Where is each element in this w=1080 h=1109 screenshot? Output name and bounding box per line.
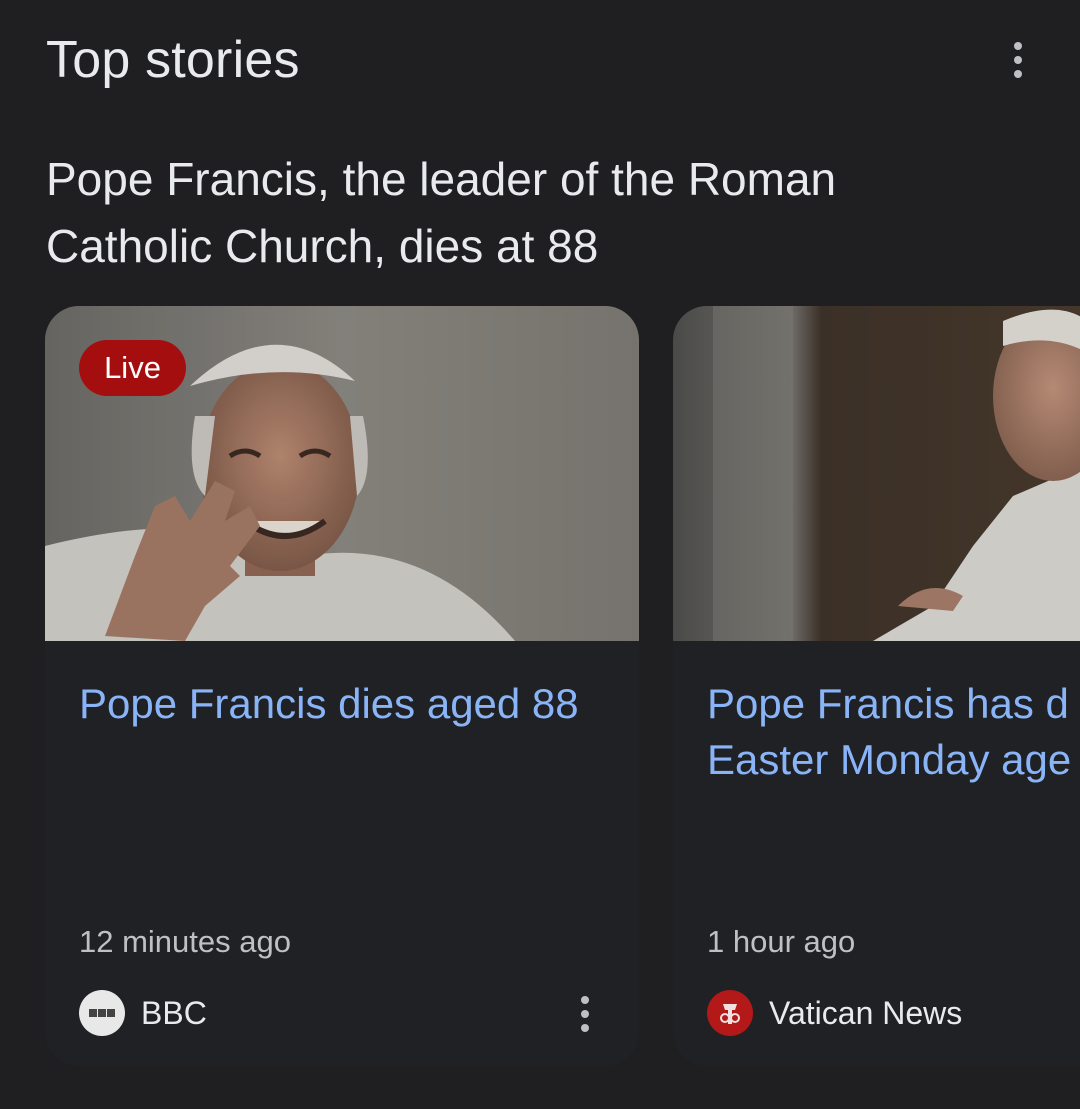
bbc-block bbox=[98, 1009, 106, 1017]
source-name: Vatican News bbox=[769, 994, 963, 1031]
more-options-icon[interactable] bbox=[1006, 40, 1030, 80]
bbc-block bbox=[89, 1009, 97, 1017]
bbc-logo-icon bbox=[79, 990, 125, 1036]
dot bbox=[581, 1010, 589, 1018]
dot bbox=[1014, 56, 1022, 64]
section-title: Top stories bbox=[46, 31, 300, 89]
card-timestamp: 1 hour ago bbox=[707, 924, 856, 959]
vatican-emblem-icon bbox=[708, 991, 752, 1035]
dot bbox=[581, 996, 589, 1004]
bbc-block bbox=[107, 1009, 115, 1017]
source-row: BBC bbox=[79, 990, 207, 1036]
more-options-icon[interactable] bbox=[573, 994, 597, 1034]
story-headline[interactable]: Pope Francis, the leader of the Roman Ca… bbox=[46, 146, 976, 280]
pope-seated-photo-image bbox=[673, 306, 1080, 641]
top-stories-module: Top stories Pope Francis, the leader of … bbox=[0, 0, 1080, 1109]
vatican-news-logo-icon bbox=[707, 990, 753, 1036]
dot bbox=[1014, 42, 1022, 50]
source-name: BBC bbox=[141, 994, 207, 1031]
news-card-bbc[interactable]: Live Pope Francis dies aged 88 12 minute… bbox=[45, 306, 639, 1066]
card-title[interactable]: Pope Francis has d Easter Monday age bbox=[707, 676, 1080, 788]
dot bbox=[1014, 70, 1022, 78]
card-timestamp: 12 minutes ago bbox=[79, 924, 291, 959]
live-badge: Live bbox=[79, 340, 186, 396]
news-card-vatican[interactable]: Pope Francis has d Easter Monday age 1 ho… bbox=[673, 306, 1080, 1066]
news-thumbnail[interactable] bbox=[673, 306, 1080, 641]
source-row: Vatican News bbox=[707, 990, 962, 1036]
card-title[interactable]: Pope Francis dies aged 88 bbox=[79, 676, 599, 732]
news-thumbnail[interactable]: Live bbox=[45, 306, 639, 641]
dot bbox=[581, 1024, 589, 1032]
